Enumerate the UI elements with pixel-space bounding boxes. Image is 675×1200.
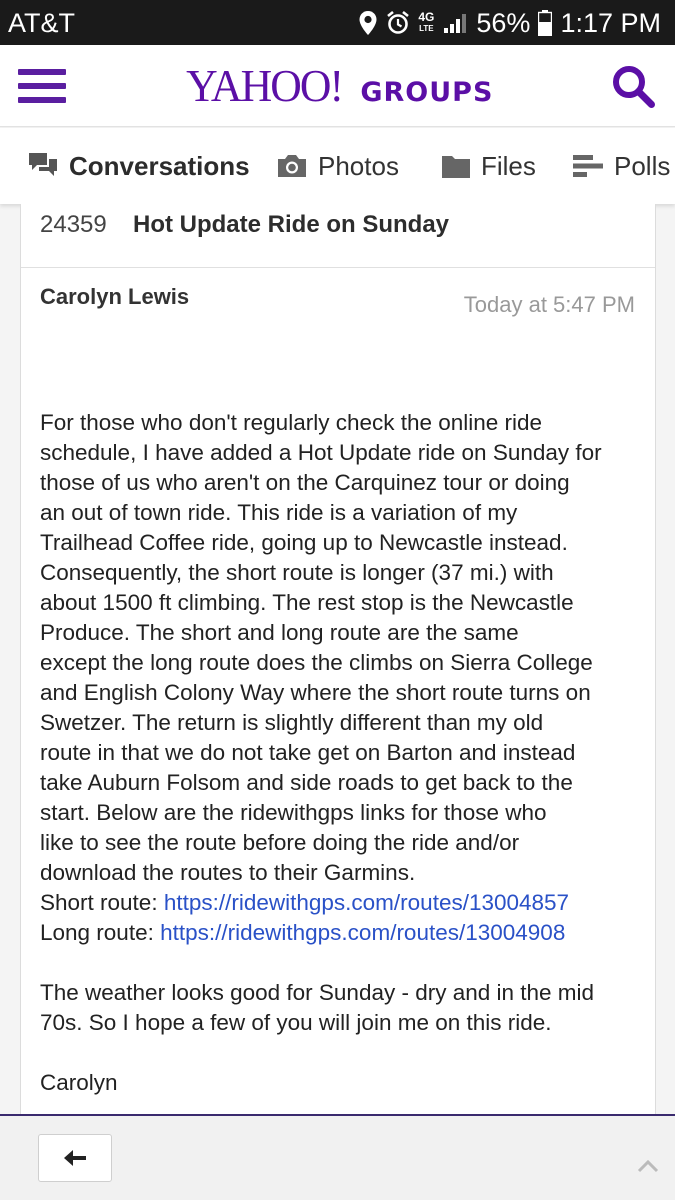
- message-timestamp: Today at 5:47 PM: [463, 292, 635, 317]
- carrier-label: AT&T: [8, 8, 75, 38]
- alarm-icon: [387, 10, 410, 34]
- body-line: start. Below are the ridewithgps links f…: [40, 800, 547, 825]
- body-line: 70s. So I hope a few of you will join me…: [40, 1010, 552, 1035]
- polls-icon: [573, 155, 603, 177]
- message-subject-bar: 24359 Hot Update Ride on Sunday: [21, 204, 655, 268]
- tab-label: Polls: [614, 150, 671, 181]
- body-line: about 1500 ft climbing. The rest stop is…: [40, 590, 574, 615]
- app-header: YAHOO! GROUPS: [0, 45, 675, 127]
- tab-label: Conversations: [69, 150, 250, 181]
- conversations-icon: [29, 153, 57, 176]
- body-line: Swetzer. The return is slightly differen…: [40, 710, 544, 735]
- message-card: 24359 Hot Update Ride on Sunday Carolyn …: [20, 204, 656, 1114]
- back-button[interactable]: [38, 1134, 112, 1182]
- signature: Carolyn: [40, 1070, 118, 1095]
- body-line: take Auburn Folsom and side roads to get…: [40, 770, 573, 795]
- back-arrow-icon: [64, 1150, 86, 1166]
- clock: 1:17 PM: [560, 7, 661, 38]
- body-line: For those who don't regularly check the …: [40, 410, 543, 435]
- status-bar: AT&T 4G LTE 56% 1:17 PM: [0, 0, 675, 45]
- status-icons: 4G LTE 56% 1:17 PM: [358, 6, 661, 40]
- long-route-line: Long route: https://ridewithgps.com/rout…: [40, 918, 640, 948]
- bottom-bar: [0, 1114, 675, 1200]
- body-line: Consequently, the short route is longer …: [40, 560, 554, 585]
- logo-yahoo: YAHOO!: [186, 60, 344, 111]
- scroll-up-icon[interactable]: [636, 1158, 660, 1174]
- long-route-label: Long route:: [40, 920, 161, 945]
- body-line: The weather looks good for Sunday - dry …: [40, 980, 595, 1005]
- folder-icon: [442, 156, 470, 178]
- search-icon[interactable]: [610, 63, 658, 111]
- body-line: like to see the route before doing the r…: [40, 830, 520, 855]
- yahoo-groups-logo: YAHOO! GROUPS: [182, 59, 493, 113]
- battery-percent: 56%: [476, 7, 531, 38]
- body-line: Trailhead Coffee ride, going up to Newca…: [40, 530, 568, 555]
- short-route-line: Short route: https://ridewithgps.com/rou…: [40, 888, 640, 918]
- body-line: those of us who aren't on the Carquinez …: [40, 470, 570, 495]
- short-route-label: Short route:: [40, 890, 164, 915]
- network-sub-label: LTE: [419, 24, 434, 33]
- body-line: and English Colony Way where the short r…: [40, 680, 591, 705]
- message-author[interactable]: Carolyn Lewis: [40, 284, 189, 310]
- message-subject: Hot Update Ride on Sunday: [133, 211, 450, 238]
- tab-conversations[interactable]: Conversations: [27, 128, 250, 204]
- body-line: Produce. The short and long route are th…: [40, 620, 519, 645]
- short-route-link[interactable]: https://ridewithgps.com/routes/13004857: [164, 890, 569, 915]
- camera-icon: [278, 155, 306, 177]
- tab-label: Files: [481, 150, 536, 181]
- body-line: download the routes to their Garmins.: [40, 860, 416, 885]
- menu-icon[interactable]: [18, 69, 66, 105]
- tab-label: Photos: [318, 150, 399, 181]
- long-route-link[interactable]: https://ridewithgps.com/routes/13004908: [160, 920, 565, 945]
- body-line: an out of town ride. This ride is a vari…: [40, 500, 518, 525]
- location-icon: [359, 11, 377, 35]
- battery-icon: [538, 10, 553, 36]
- body-line: schedule, I have added a Hot Update ride…: [40, 440, 602, 465]
- body-line: route in that we do not take get on Bart…: [40, 740, 576, 765]
- message-body: For those who don't regularly check the …: [40, 408, 640, 1098]
- group-tabs: Conversations Photos Files Polls: [0, 128, 675, 204]
- network-type: 4G LTE: [418, 10, 435, 34]
- tab-photos[interactable]: Photos: [276, 128, 399, 204]
- tab-polls[interactable]: Polls: [572, 128, 670, 204]
- signal-icon: [444, 14, 467, 33]
- logo-groups: GROUPS: [360, 77, 494, 108]
- body-line: except the long route does the climbs on…: [40, 650, 593, 675]
- network-label: 4G: [418, 10, 435, 24]
- tab-files[interactable]: Files: [441, 128, 536, 204]
- message-number: 24359: [40, 211, 107, 238]
